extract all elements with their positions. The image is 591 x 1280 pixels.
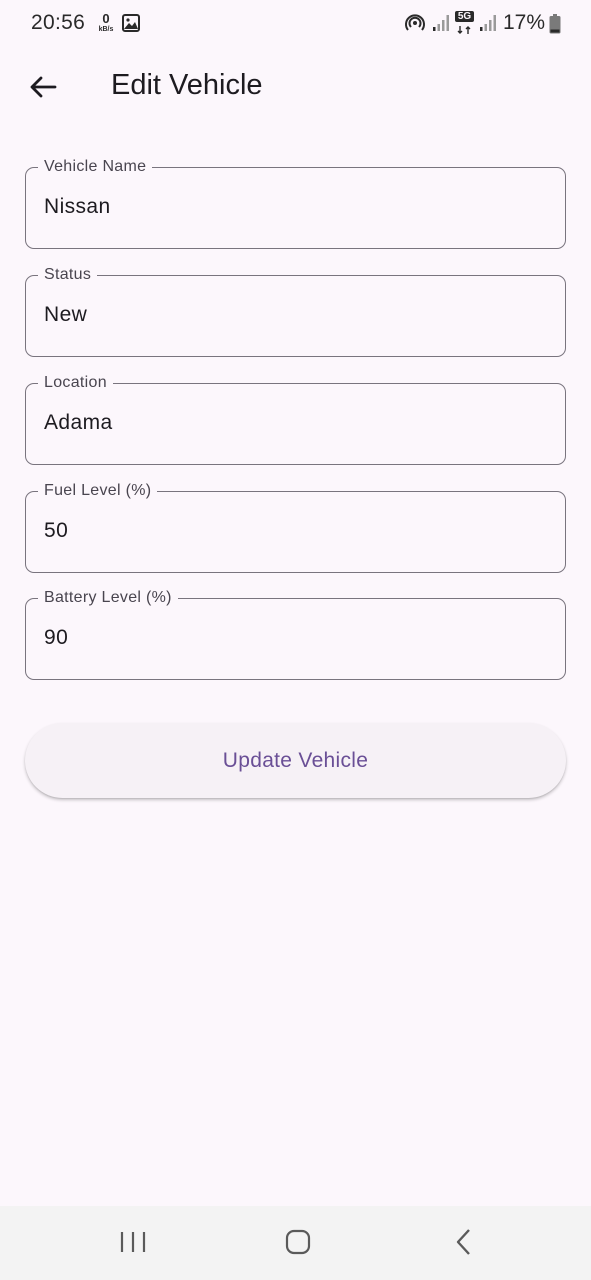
app-bar: Edit Vehicle [0,48,591,128]
field-value[interactable]: New [44,303,87,327]
battery-icon [549,14,561,34]
field-label: Fuel Level (%) [38,482,158,500]
recent-apps-icon[interactable] [120,1230,146,1254]
arrow-left-icon [30,76,57,98]
vehicle-name-field[interactable]: Vehicle Name Nissan [25,158,566,249]
battery-level-field[interactable]: Battery Level (%) 90 [25,589,566,680]
system-nav-bar [0,1206,591,1280]
battery-percent: 17% [503,11,546,34]
field-value[interactable]: 90 [44,626,68,650]
field-value[interactable]: Nissan [44,195,111,219]
signal-icon [433,15,449,31]
page-title: Edit Vehicle [111,69,263,101]
field-value[interactable]: 50 [44,519,68,543]
update-vehicle-button[interactable]: Update Vehicle [25,723,566,798]
status-field[interactable]: Status New [25,266,566,357]
5g-icon: 5G [455,11,475,34]
back-icon[interactable] [454,1228,474,1256]
back-button[interactable] [20,64,66,110]
location-field[interactable]: Location Adama [25,374,566,465]
status-time: 20:56 [31,11,86,34]
field-label: Vehicle Name [38,158,153,176]
field-value[interactable]: Adama [44,411,113,435]
field-label: Battery Level (%) [38,589,178,607]
signal-icon [480,15,496,31]
field-label: Status [38,266,98,284]
network-speed-value: 0 [102,11,110,26]
hotspot-icon [405,14,425,31]
field-label: Location [38,374,113,392]
gallery-icon [122,14,140,32]
home-icon[interactable] [285,1229,311,1255]
network-speed: 0 kB/s [96,11,116,34]
fuel-level-field[interactable]: Fuel Level (%) 50 [25,482,566,573]
status-bar: 20:56 0 kB/s 5G 17% [0,0,591,48]
network-type-label: 5G [455,11,474,22]
network-speed-unit: kB/s [98,26,114,33]
